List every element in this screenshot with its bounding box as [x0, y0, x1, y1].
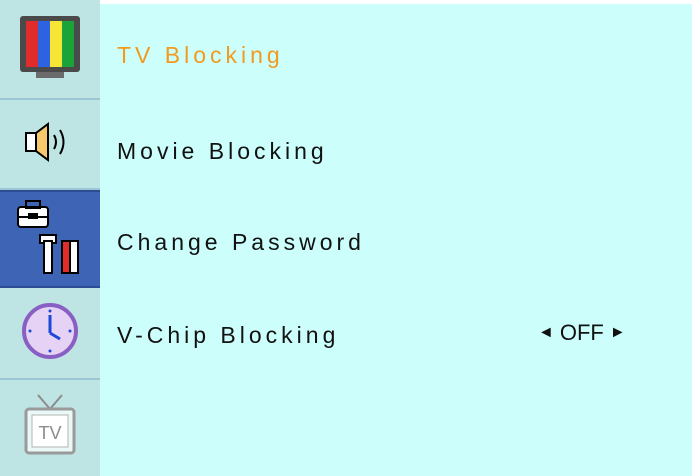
sidebar-item-time[interactable] [0, 288, 100, 380]
clock-icon [20, 301, 80, 366]
vchip-value-selector[interactable]: ◄ OFF ► [538, 320, 626, 346]
sidebar-item-channel[interactable]: TV [0, 380, 100, 476]
menu-item-vchip-blocking[interactable]: V-Chip Blocking [117, 322, 339, 349]
tv-channel-icon-label: TV [38, 423, 61, 443]
right-arrow-icon[interactable]: ► [610, 324, 626, 342]
sidebar-item-setup[interactable] [0, 190, 100, 288]
tv-channel-icon: TV [20, 391, 80, 466]
menu-item-movie-blocking[interactable]: Movie Blocking [117, 138, 328, 165]
sidebar-item-sound[interactable] [0, 100, 100, 190]
vchip-value: OFF [559, 320, 604, 345]
left-arrow-icon[interactable]: ◄ [538, 324, 554, 342]
speaker-icon [20, 121, 80, 168]
menu-item-change-password[interactable]: Change Password [117, 229, 365, 256]
sidebar: TV [0, 0, 100, 476]
menu-item-tv-blocking[interactable]: TV Blocking [117, 42, 284, 69]
sidebar-item-picture[interactable] [0, 0, 100, 100]
menu-panel: TV Blocking Movie Blocking Change Passwo… [100, 4, 692, 476]
tv-picture-icon [18, 14, 82, 85]
toolbox-icon [10, 197, 90, 282]
